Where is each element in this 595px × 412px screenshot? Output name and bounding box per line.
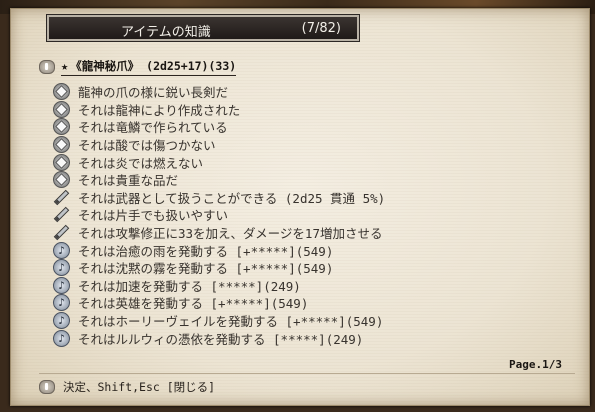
- property-line[interactable]: それは龍神により作成された: [53, 100, 573, 119]
- hint-bullet-icon: [39, 380, 55, 394]
- diamond-icon: [53, 118, 70, 136]
- star-icon: ★: [61, 59, 69, 73]
- item-property-list: 龍神の爪の様に鋭い長剣だ それは龍神により作成された それは竜鱗で作られている それは…: [53, 83, 573, 347]
- item-counter: (7/82): [301, 21, 341, 36]
- property-text: それは沈黙の霧を発動する [+*****](549): [78, 261, 334, 277]
- note-icon: ♪: [53, 329, 70, 347]
- property-text: それは攻撃修正に33を加え、ダメージを17増加させる: [78, 226, 383, 242]
- sword-icon: [53, 189, 70, 206]
- property-line[interactable]: ♪ それはホーリーヴェイルを発動する [+*****](549): [53, 312, 573, 330]
- property-text: それは炎では燃えない: [78, 155, 204, 171]
- diamond-icon: [53, 136, 70, 154]
- property-text: それは貴重な品だ: [78, 173, 179, 189]
- property-text: それは竜鱗で作られている: [78, 120, 228, 136]
- diamond-icon: [53, 171, 70, 189]
- key-hint: 決定、Shift,Esc [閉じる]: [39, 379, 215, 395]
- note-icon: ♪: [53, 294, 70, 312]
- property-text: それは英雄を発動する [+*****](549): [78, 296, 309, 312]
- property-text: それは加速を発動する [*****](249): [78, 278, 301, 294]
- info-bullet-icon: [39, 60, 55, 74]
- item-header: ★ 《龍神秘爪》 (2d25+17)(33): [39, 58, 237, 76]
- item-knowledge-panel: アイテムの知識 (7/82) ★ 《龍神秘爪》 (2d25+17)(33) 龍神の…: [10, 8, 590, 406]
- property-text: それは治癒の雨を発動する [+*****](549): [78, 243, 334, 259]
- property-line[interactable]: それは攻撃修正に33を加え、ダメージを17増加させる: [53, 224, 573, 242]
- property-text: それは片手でも扱いやすい: [78, 208, 229, 224]
- note-icon: ♪: [53, 259, 70, 277]
- diamond-icon: [53, 153, 70, 171]
- property-text: それはルルウィの憑依を発動する [*****](249): [78, 331, 364, 347]
- footer-divider: [39, 373, 575, 374]
- key-hint-text: 決定、Shift,Esc [閉じる]: [63, 380, 216, 394]
- item-title-text: 《龍神秘爪》 (2d25+17)(33): [70, 59, 237, 73]
- item-title: ★ 《龍神秘爪》 (2d25+17)(33): [61, 58, 237, 76]
- property-text: それは酸では傷つかない: [78, 138, 216, 154]
- property-line[interactable]: ♪ それはルルウィの憑依を発動する [*****](249): [53, 329, 573, 347]
- property-line[interactable]: それは貴重な品だ: [53, 171, 573, 189]
- property-line[interactable]: ♪ それは英雄を発動する [+*****](549): [53, 294, 573, 312]
- sword-icon: [53, 224, 70, 241]
- property-line[interactable]: それは炎では燃えない: [53, 153, 573, 171]
- property-text: それは龍神により作成された: [78, 102, 241, 118]
- note-icon: ♪: [53, 312, 70, 330]
- property-text: それは武器として扱うことができる (2d25 貫通 5%): [78, 190, 386, 206]
- property-text: それはホーリーヴェイルを発動する [+*****](549): [78, 314, 384, 330]
- property-line[interactable]: それは竜鱗で作られている: [53, 118, 573, 136]
- diamond-icon: [53, 83, 70, 101]
- note-icon: ♪: [53, 276, 70, 294]
- property-line[interactable]: それは武器として扱うことができる (2d25 貫通 5%): [53, 189, 573, 207]
- page-indicator: Page.1/3: [509, 358, 562, 371]
- sword-icon: [53, 206, 70, 223]
- window-title-bar: アイテムの知識 (7/82): [46, 14, 360, 42]
- property-text: 龍神の爪の様に鋭い長剣だ: [78, 85, 229, 101]
- property-line[interactable]: それは片手でも扱いやすい: [53, 206, 573, 224]
- property-line[interactable]: ♪ それは加速を発動する [*****](249): [53, 276, 573, 295]
- property-line[interactable]: それは酸では傷つかない: [53, 136, 573, 154]
- window-title: アイテムの知識: [121, 25, 211, 40]
- property-line[interactable]: ♪ それは沈黙の霧を発動する [+*****](549): [53, 259, 573, 277]
- property-line[interactable]: 龍神の爪の様に鋭い長剣だ: [53, 83, 573, 101]
- note-icon: ♪: [53, 241, 70, 259]
- diamond-icon: [53, 100, 70, 118]
- property-line[interactable]: ♪ それは治癒の雨を発動する [+*****](549): [53, 241, 573, 259]
